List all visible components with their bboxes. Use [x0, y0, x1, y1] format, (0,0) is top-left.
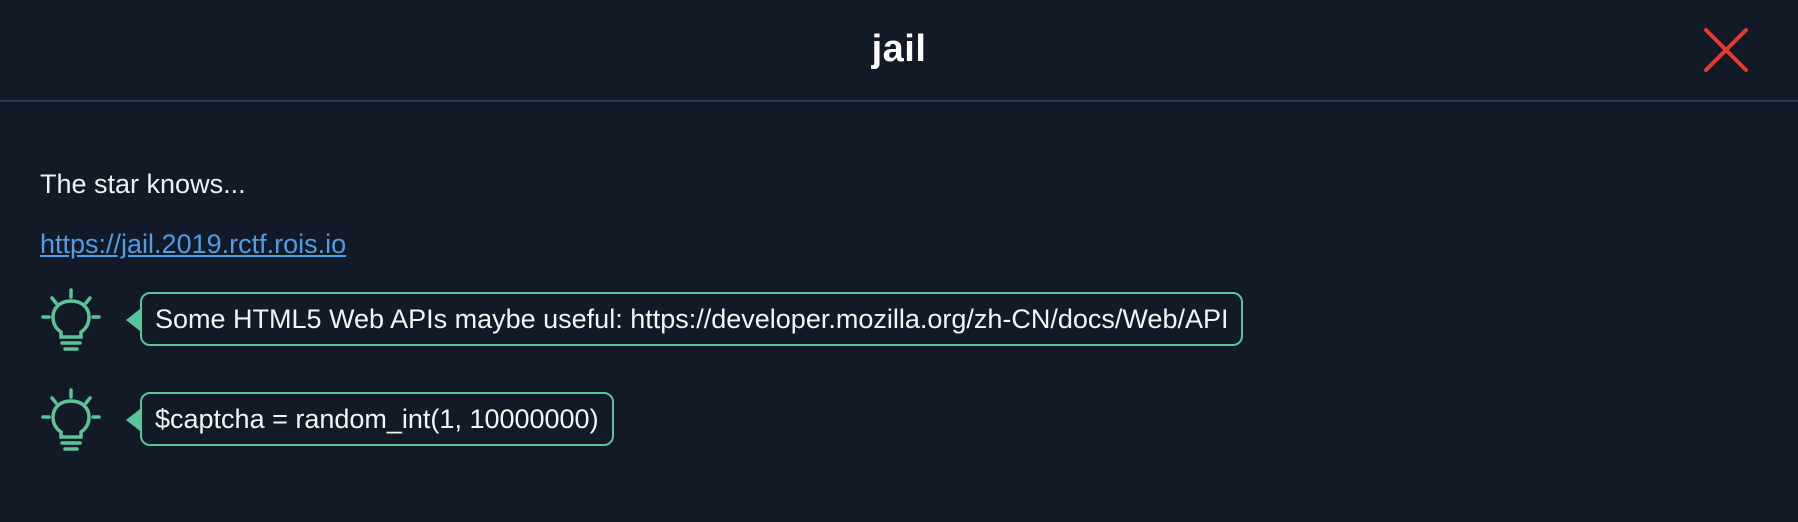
hint-text: Some HTML5 Web APIs maybe useful: https:…	[155, 304, 1229, 334]
modal-body: The star knows... https://jail.2019.rctf…	[0, 102, 1798, 454]
lightbulb-icon	[41, 388, 101, 451]
challenge-modal: jail The star knows... https://jail.2019…	[0, 0, 1798, 522]
hint-text: $captcha = random_int(1, 10000000)	[155, 404, 599, 434]
challenge-link[interactable]: https://jail.2019.rctf.rois.io	[40, 224, 346, 264]
modal-header: jail	[0, 0, 1798, 102]
close-button[interactable]	[1702, 26, 1750, 74]
hint-item: $captcha = random_int(1, 10000000)	[40, 388, 1798, 454]
hint-bubble: $captcha = random_int(1, 10000000)	[126, 392, 614, 446]
modal-title: jail	[871, 28, 927, 70]
hint-item: Some HTML5 Web APIs maybe useful: https:…	[40, 288, 1798, 354]
close-icon	[1704, 28, 1748, 72]
lightbulb-icon	[41, 288, 101, 351]
hint-bubble: Some HTML5 Web APIs maybe useful: https:…	[126, 292, 1244, 346]
challenge-description: The star knows...	[40, 169, 246, 199]
